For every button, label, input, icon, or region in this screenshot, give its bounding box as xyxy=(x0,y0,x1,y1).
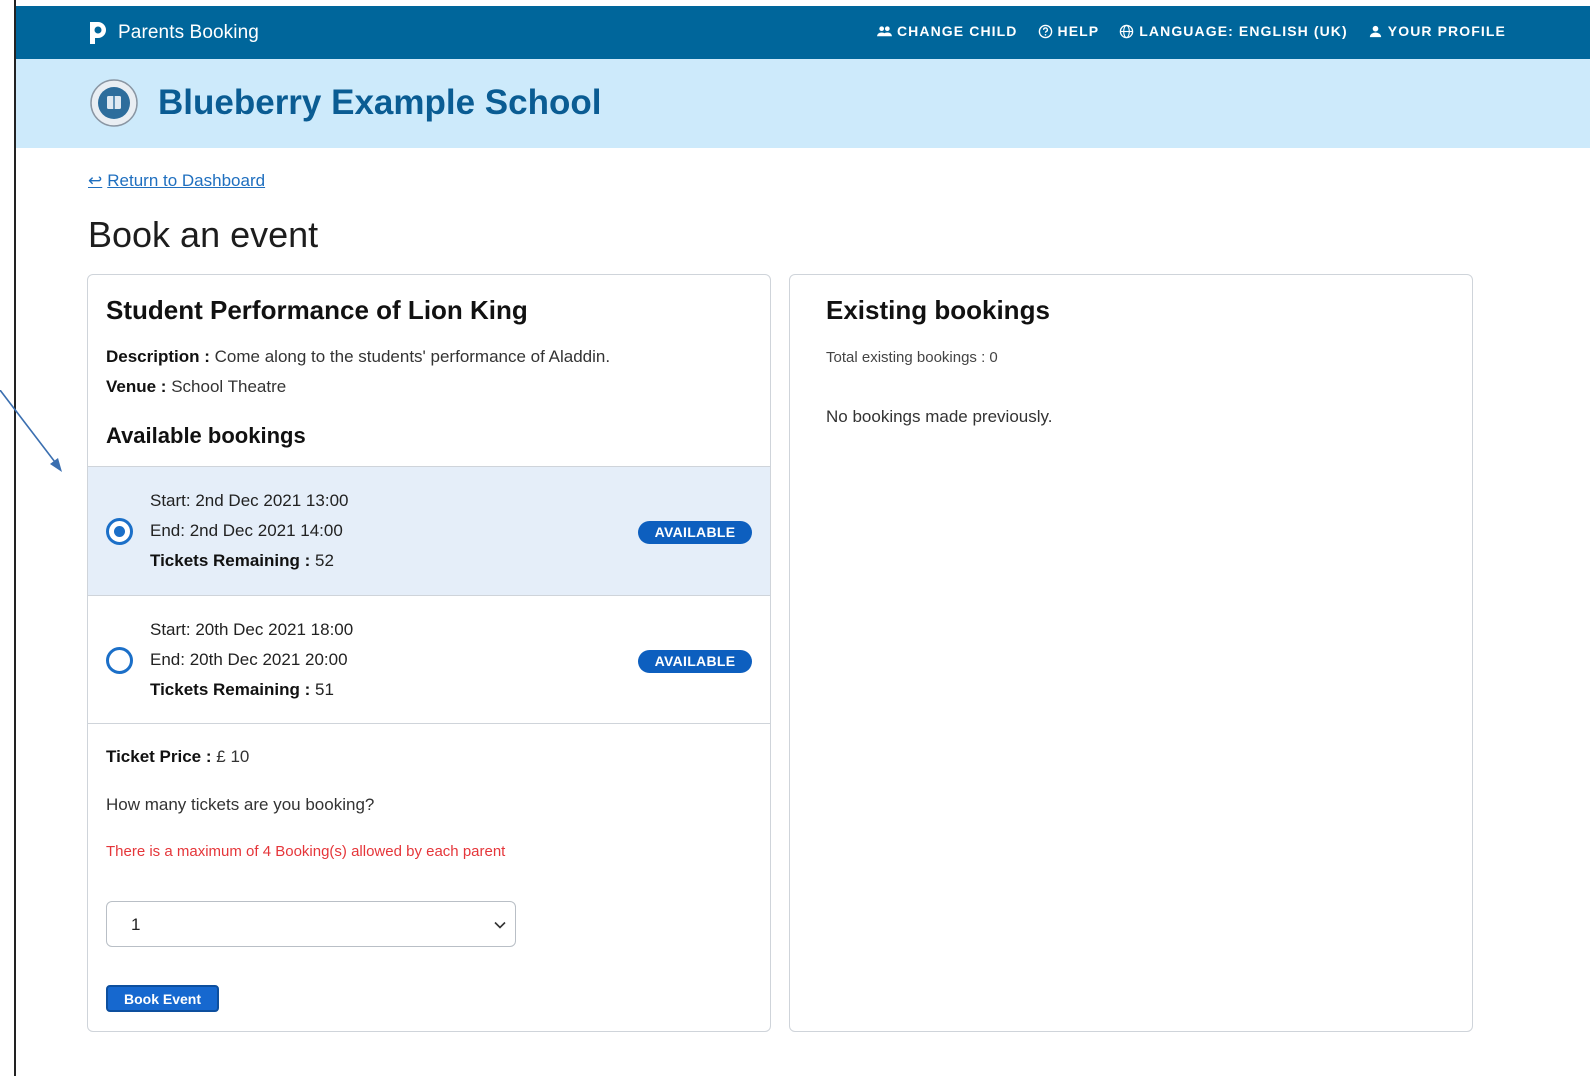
booking-slot-option[interactable]: Start: 2nd Dec 2021 13:00 End: 2nd Dec 2… xyxy=(88,466,770,595)
no-bookings-message: No bookings made previously. xyxy=(826,407,1053,426)
event-title: Student Performance of Lion King xyxy=(106,295,528,325)
tickets-value: 51 xyxy=(315,680,334,699)
page-left-border xyxy=(14,0,16,1076)
return-label: Return to Dashboard xyxy=(107,171,266,190)
status-badge: AVAILABLE xyxy=(638,650,752,673)
event-venue: Venue : School Theatre xyxy=(106,377,286,397)
top-navigation-bar: Parents Booking CHANGE CHILD HELP LANGUA… xyxy=(16,6,1590,59)
chevron-down-icon xyxy=(494,921,506,929)
description-label: Description : xyxy=(106,347,210,366)
book-event-button[interactable]: Book Event xyxy=(106,985,219,1012)
tickets-label: Tickets Remaining : xyxy=(150,551,311,570)
slot-start: Start: 2nd Dec 2021 13:00 xyxy=(150,491,349,510)
booking-slot-option[interactable]: Start: 20th Dec 2021 18:00 End: 20th Dec… xyxy=(88,595,770,724)
existing-bookings-card: Existing bookings Total existing booking… xyxy=(789,274,1473,1032)
school-crest-icon xyxy=(90,79,138,127)
return-to-dashboard-link[interactable]: ↩ Return to Dashboard xyxy=(88,171,265,191)
tickets-value: 52 xyxy=(315,551,334,570)
language-label: LANGUAGE: ENGLISH (UK) xyxy=(1139,23,1348,39)
status-badge: AVAILABLE xyxy=(638,521,752,544)
existing-bookings-heading: Existing bookings xyxy=(826,295,1050,325)
help-link[interactable]: HELP xyxy=(1038,23,1100,39)
change-child-link[interactable]: CHANGE CHILD xyxy=(876,23,1018,39)
school-name: Blueberry Example School xyxy=(158,83,602,122)
slot-end: End: 20th Dec 2021 20:00 xyxy=(150,650,348,669)
price-label: Ticket Price : xyxy=(106,747,212,766)
description-text: Come along to the students' performance … xyxy=(214,347,611,366)
your-profile-label: YOUR PROFILE xyxy=(1387,23,1506,39)
slot-tickets: Tickets Remaining : 51 xyxy=(150,680,334,700)
school-header: Blueberry Example School xyxy=(16,59,1590,148)
slot-tickets: Tickets Remaining : 52 xyxy=(150,551,334,571)
available-bookings-heading: Available bookings xyxy=(106,423,306,448)
slot-start: Start: 20th Dec 2021 18:00 xyxy=(150,620,354,639)
parents-booking-logo-icon xyxy=(90,22,106,44)
slot-radio-button[interactable] xyxy=(106,518,133,545)
help-icon xyxy=(1038,24,1052,38)
people-icon xyxy=(876,25,892,36)
ticket-quantity-value: 1 xyxy=(131,915,141,934)
help-label: HELP xyxy=(1057,23,1100,39)
venue-text: School Theatre xyxy=(171,377,287,396)
venue-label: Venue : xyxy=(106,377,167,396)
globe-icon xyxy=(1120,24,1134,38)
tickets-label: Tickets Remaining : xyxy=(150,680,311,699)
ticket-quantity-select[interactable]: 1 xyxy=(106,901,516,947)
max-booking-warning: There is a maximum of 4 Booking(s) allow… xyxy=(106,843,506,860)
change-child-label: CHANGE CHILD xyxy=(896,23,1018,39)
user-icon xyxy=(1369,25,1381,37)
brand-name: Parents Booking xyxy=(118,22,259,43)
brand[interactable]: Parents Booking xyxy=(86,19,259,47)
page-title: Book an event xyxy=(88,214,319,255)
your-profile-link[interactable]: YOUR PROFILE xyxy=(1368,23,1506,39)
ticket-quantity-question: How many tickets are you booking? xyxy=(106,795,375,814)
existing-bookings-total: Total existing bookings : 0 xyxy=(826,349,998,366)
event-booking-card: Student Performance of Lion King Descrip… xyxy=(87,274,771,1032)
event-description: Description : Come along to the students… xyxy=(106,347,610,367)
slot-radio-button[interactable] xyxy=(106,647,133,674)
language-selector[interactable]: LANGUAGE: ENGLISH (UK) xyxy=(1119,23,1348,39)
ticket-price: Ticket Price : £ 10 xyxy=(106,747,249,767)
top-nav-menu: CHANGE CHILD HELP LANGUAGE: ENGLISH (UK)… xyxy=(876,23,1506,39)
price-value: £ 10 xyxy=(216,747,250,766)
return-arrow-icon: ↩ xyxy=(88,171,103,190)
slot-end: End: 2nd Dec 2021 14:00 xyxy=(150,521,343,540)
annotation-arrow xyxy=(0,390,62,472)
